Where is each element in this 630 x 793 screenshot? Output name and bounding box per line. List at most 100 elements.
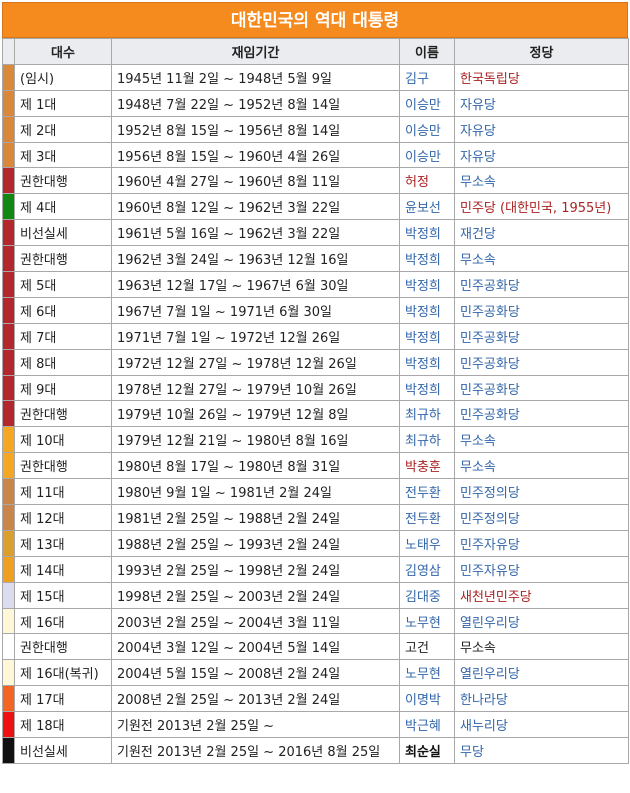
table-row: 제 1대 1948년 7월 22일 ~ 1952년 8월 14일 이승만 자유당 <box>2 89 629 117</box>
table-row: 비선실세 1961년 5월 16일 ~ 1962년 3월 22일 박정희 재건당 <box>2 219 629 247</box>
period-cell: 1981년 2월 25일 ~ 1988년 2월 24일 <box>111 504 400 531</box>
header-term: 대수 <box>14 38 112 65</box>
party-link[interactable]: 열린우리당 <box>454 607 629 635</box>
name-link[interactable]: 박정희 <box>399 348 455 376</box>
party-link[interactable]: 자유당 <box>454 141 629 169</box>
name-link[interactable]: 이승만 <box>399 115 455 143</box>
name-link[interactable]: 허정 <box>399 167 455 195</box>
party-color-swatch <box>2 737 15 764</box>
party-link[interactable]: 민주공화당 <box>454 400 629 428</box>
name-link[interactable]: 박정희 <box>399 374 455 402</box>
party-link[interactable]: 민주자유당 <box>454 529 629 557</box>
table-row: 제 2대 1952년 8월 15일 ~ 1956년 8월 14일 이승만 자유당 <box>2 115 629 143</box>
party-link[interactable]: 재건당 <box>454 219 629 247</box>
name-link[interactable]: 노태우 <box>399 529 455 557</box>
party-link[interactable]: 열린우리당 <box>454 659 629 687</box>
party-link[interactable]: 민주공화당 <box>454 374 629 402</box>
party-link[interactable]: 자유당 <box>454 115 629 143</box>
term-cell: 제 18대 <box>14 711 112 739</box>
table-row: 제 5대 1963년 12월 17일 ~ 1967년 6월 30일 박정희 민주공화당 <box>2 271 629 298</box>
name-link[interactable]: 윤보선 <box>399 193 455 221</box>
name-link[interactable]: 박근혜 <box>399 711 455 739</box>
party-link[interactable]: 민주공화당 <box>454 348 629 376</box>
name-link[interactable]: 전두환 <box>399 504 455 531</box>
party-color-swatch <box>2 659 15 687</box>
name-link[interactable]: 노무현 <box>399 607 455 635</box>
term-cell: 제 15대 <box>14 581 112 609</box>
party-color-swatch <box>2 555 15 583</box>
term-cell: 제 4대 <box>14 193 112 221</box>
party-link[interactable]: 한국독립당 <box>454 63 629 91</box>
name-link[interactable]: 최순실 <box>399 737 455 764</box>
party-link[interactable]: 무소속 <box>454 426 629 454</box>
name-link[interactable]: 이승만 <box>399 141 455 169</box>
table-row: 제 6대 1967년 7월 1일 ~ 1971년 6월 30일 박정희 민주공화당 <box>2 296 629 324</box>
name-link[interactable]: 김대중 <box>399 581 455 609</box>
name-link[interactable]: 이명박 <box>399 685 455 713</box>
party-color-swatch <box>2 478 15 506</box>
party-link[interactable]: 민주공화당 <box>454 271 629 298</box>
name-link[interactable]: 최규하 <box>399 400 455 428</box>
period-cell: 1961년 5월 16일 ~ 1962년 3월 22일 <box>111 219 400 247</box>
party-color-swatch <box>2 711 15 739</box>
period-cell: 1998년 2월 25일 ~ 2003년 2월 24일 <box>111 581 400 609</box>
party-color-swatch <box>2 89 15 117</box>
party-link[interactable]: 자유당 <box>454 89 629 117</box>
party-link[interactable]: 무소속 <box>454 245 629 273</box>
name-link[interactable]: 김구 <box>399 63 455 91</box>
name-link[interactable]: 고건 <box>399 633 455 661</box>
name-link[interactable]: 박정희 <box>399 271 455 298</box>
name-link[interactable]: 박정희 <box>399 245 455 273</box>
term-cell: 제 12대 <box>14 504 112 531</box>
header-period: 재임기간 <box>111 38 400 65</box>
table-row: 제 16대 2003년 2월 25일 ~ 2004년 3월 11일 노무현 열린우리당 <box>2 607 629 635</box>
period-cell: 1971년 7월 1일 ~ 1972년 12월 26일 <box>111 322 400 350</box>
party-link[interactable]: 무소속 <box>454 452 629 480</box>
period-cell: 1988년 2월 25일 ~ 1993년 2월 24일 <box>111 529 400 557</box>
period-cell: 기원전 2013년 2월 25일 ~ 2016년 8월 25일 <box>111 737 400 764</box>
party-link[interactable]: 무소속 <box>454 167 629 195</box>
party-link[interactable]: 무당 <box>454 737 629 764</box>
header-row: 대수 재임기간 이름 정당 <box>2 38 629 65</box>
party-link[interactable]: 민주공화당 <box>454 296 629 324</box>
term-cell: 비선실세 <box>14 219 112 247</box>
party-color-swatch <box>2 607 15 635</box>
party-color-swatch <box>2 63 15 91</box>
period-cell: 1993년 2월 25일 ~ 1998년 2월 24일 <box>111 555 400 583</box>
party-link[interactable]: 새천년민주당 <box>454 581 629 609</box>
period-cell: 기원전 2013년 2월 25일 ~ <box>111 711 400 739</box>
party-link[interactable]: 한나라당 <box>454 685 629 713</box>
party-color-swatch <box>2 685 15 713</box>
term-cell: 제 8대 <box>14 348 112 376</box>
name-link[interactable]: 김영삼 <box>399 555 455 583</box>
party-link[interactable]: 무소속 <box>454 633 629 661</box>
name-link[interactable]: 노무현 <box>399 659 455 687</box>
period-cell: 2008년 2월 25일 ~ 2013년 2월 24일 <box>111 685 400 713</box>
party-color-swatch <box>2 581 15 609</box>
table-row: 제 4대 1960년 8월 12일 ~ 1962년 3월 22일 윤보선 민주당 (대… <box>2 193 629 221</box>
party-link[interactable]: 민주공화당 <box>454 322 629 350</box>
period-cell: 2004년 3월 12일 ~ 2004년 5월 14일 <box>111 633 400 661</box>
name-link[interactable]: 박정희 <box>399 322 455 350</box>
party-link[interactable]: 새누리당 <box>454 711 629 739</box>
party-link[interactable]: 민주정의당 <box>454 478 629 506</box>
presidents-table-wrapper: 대한민국의 역대 대통령 대수 재임기간 이름 정당 (임시) 1945년 11월… <box>2 2 629 764</box>
header-colorbar <box>2 38 15 65</box>
party-color-swatch <box>2 245 15 273</box>
party-color-swatch <box>2 167 15 195</box>
party-color-swatch <box>2 374 15 402</box>
party-link[interactable]: 민주당 (대한민국, 1955년) <box>454 193 629 221</box>
name-link[interactable]: 박충훈 <box>399 452 455 480</box>
name-link[interactable]: 최규하 <box>399 426 455 454</box>
period-cell: 2004년 5월 15일 ~ 2008년 2월 24일 <box>111 659 400 687</box>
term-cell: (임시) <box>14 63 112 91</box>
name-link[interactable]: 박정희 <box>399 219 455 247</box>
party-link[interactable]: 민주정의당 <box>454 504 629 531</box>
name-link[interactable]: 박정희 <box>399 296 455 324</box>
table-row: 제 7대 1971년 7월 1일 ~ 1972년 12월 26일 박정희 민주공화당 <box>2 322 629 350</box>
name-link[interactable]: 이승만 <box>399 89 455 117</box>
party-color-swatch <box>2 400 15 428</box>
party-color-swatch <box>2 322 15 350</box>
name-link[interactable]: 전두환 <box>399 478 455 506</box>
party-link[interactable]: 민주자유당 <box>454 555 629 583</box>
